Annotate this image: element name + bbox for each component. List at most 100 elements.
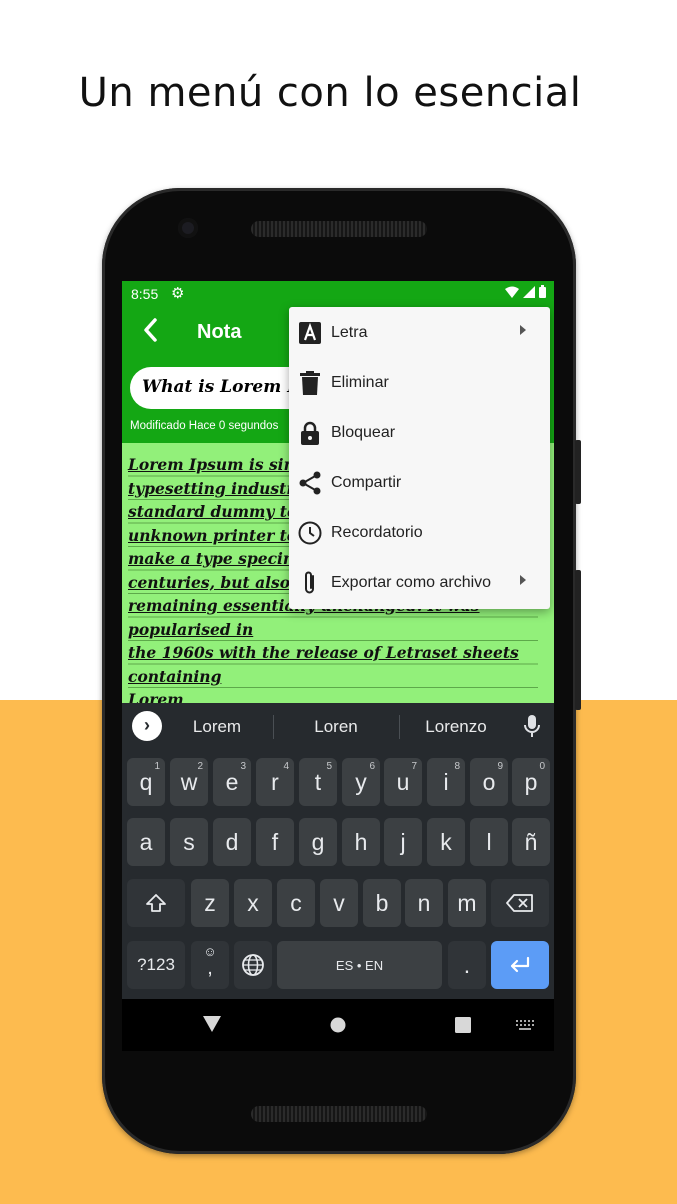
keyboard: › Lorem Loren Lorenzo q1 w2 e3 r4 t5 y6 … bbox=[122, 703, 554, 999]
key-j[interactable]: j bbox=[384, 818, 422, 866]
key-n[interactable]: n bbox=[405, 879, 443, 927]
battery-icon bbox=[539, 285, 546, 298]
key-l[interactable]: l bbox=[470, 818, 508, 866]
menu-item-exportar[interactable]: Exportar como archivo bbox=[289, 558, 550, 608]
key-e[interactable]: e3 bbox=[213, 758, 251, 806]
key-hint: 0 bbox=[539, 761, 545, 772]
phone-screen: 8:55 ⚙ Nota What is Lorem Ipsum Modifica… bbox=[122, 281, 554, 1051]
key-i[interactable]: i8 bbox=[427, 758, 465, 806]
headline: Un menú con lo esencial bbox=[78, 70, 582, 116]
key-a[interactable]: a bbox=[127, 818, 165, 866]
key-hint: 5 bbox=[326, 761, 332, 772]
menu-item-label: Compartir bbox=[331, 474, 402, 491]
key-label: u bbox=[396, 768, 410, 795]
key-enye[interactable]: ñ bbox=[512, 818, 550, 866]
key-q[interactable]: q1 bbox=[127, 758, 165, 806]
key-d[interactable]: d bbox=[213, 818, 251, 866]
key-hint: 9 bbox=[497, 761, 503, 772]
key-hint: 2 bbox=[197, 761, 203, 772]
status-bar: 8:55 ⚙ bbox=[122, 281, 554, 307]
key-z[interactable]: z bbox=[191, 879, 229, 927]
key-h[interactable]: h bbox=[342, 818, 380, 866]
app-bar-title: Nota bbox=[197, 321, 242, 343]
keyboard-switch-icon[interactable] bbox=[516, 1020, 534, 1030]
suggestion-3[interactable]: Lorenzo bbox=[401, 717, 511, 737]
key-hint: 6 bbox=[369, 761, 375, 772]
key-k[interactable]: k bbox=[427, 818, 465, 866]
settings-gear-icon: ⚙ bbox=[171, 285, 185, 302]
key-g[interactable]: g bbox=[299, 818, 337, 866]
submenu-arrow-icon bbox=[520, 575, 526, 585]
paperclip-icon bbox=[298, 571, 322, 595]
menu-item-label: Exportar como archivo bbox=[331, 574, 492, 591]
key-m[interactable]: m bbox=[448, 879, 486, 927]
clock-icon bbox=[298, 521, 322, 545]
key-u[interactable]: u7 bbox=[384, 758, 422, 806]
lock-icon bbox=[298, 421, 322, 445]
microphone-icon[interactable] bbox=[522, 714, 542, 743]
key-t[interactable]: t5 bbox=[299, 758, 337, 806]
suggestion-divider bbox=[399, 715, 400, 739]
key-w[interactable]: w2 bbox=[170, 758, 208, 806]
key-c[interactable]: c bbox=[277, 879, 315, 927]
menu-item-bloquear[interactable]: Bloquear bbox=[289, 408, 550, 458]
backspace-key[interactable] bbox=[491, 879, 549, 927]
enter-key[interactable] bbox=[491, 941, 549, 989]
note-line: the 1960s with the release of Letraset s… bbox=[128, 643, 519, 686]
font-icon bbox=[298, 321, 322, 345]
wifi-icon bbox=[505, 286, 519, 298]
bottom-speaker bbox=[251, 1106, 427, 1122]
symbols-key[interactable]: ?123 bbox=[127, 941, 185, 989]
status-time: 8:55 bbox=[131, 286, 159, 302]
expand-chevron-icon[interactable]: › bbox=[132, 711, 162, 741]
navigation-bar bbox=[122, 999, 554, 1051]
suggestion-1[interactable]: Lorem bbox=[162, 717, 272, 737]
key-label: o bbox=[482, 768, 496, 795]
shift-arrow-icon bbox=[146, 894, 166, 912]
backspace-icon bbox=[506, 894, 533, 912]
key-f[interactable]: f bbox=[256, 818, 294, 866]
power-button bbox=[575, 570, 581, 710]
back-arrow-icon[interactable] bbox=[142, 317, 158, 350]
key-p[interactable]: p0 bbox=[512, 758, 550, 806]
menu-item-letra[interactable]: Letra bbox=[289, 308, 550, 358]
key-o[interactable]: o9 bbox=[470, 758, 508, 806]
key-label: e bbox=[225, 768, 239, 795]
enter-arrow-icon bbox=[510, 956, 530, 973]
nav-recents-icon[interactable] bbox=[455, 1017, 471, 1033]
menu-item-compartir[interactable]: Compartir bbox=[289, 458, 550, 508]
volume-button bbox=[575, 440, 581, 504]
status-icons bbox=[505, 285, 546, 298]
key-label: r bbox=[271, 768, 279, 795]
key-b[interactable]: b bbox=[363, 879, 401, 927]
comma-label: , bbox=[207, 957, 213, 979]
key-s[interactable]: s bbox=[170, 818, 208, 866]
key-hint: 8 bbox=[454, 761, 460, 772]
suggestion-2[interactable]: Loren bbox=[281, 717, 391, 737]
key-label: i bbox=[443, 768, 449, 795]
shift-key[interactable] bbox=[127, 879, 185, 927]
key-x[interactable]: x bbox=[234, 879, 272, 927]
menu-item-recordatorio[interactable]: Recordatorio bbox=[289, 508, 550, 558]
comma-emoji-key[interactable]: ☺ , bbox=[191, 941, 229, 989]
key-label: y bbox=[355, 768, 367, 795]
signal-icon bbox=[523, 285, 535, 298]
key-label: p bbox=[524, 768, 538, 795]
space-key[interactable]: ES • EN bbox=[277, 941, 442, 989]
globe-icon bbox=[242, 954, 264, 976]
share-icon bbox=[298, 471, 322, 495]
key-hint: 3 bbox=[240, 761, 246, 772]
top-speaker bbox=[251, 221, 427, 237]
front-camera bbox=[178, 218, 198, 238]
menu-item-label: Eliminar bbox=[331, 374, 389, 391]
submenu-arrow-icon bbox=[520, 325, 526, 335]
language-key[interactable] bbox=[234, 941, 272, 989]
menu-item-eliminar[interactable]: Eliminar bbox=[289, 358, 550, 408]
key-v[interactable]: v bbox=[320, 879, 358, 927]
period-key[interactable]: . bbox=[448, 941, 486, 989]
suggestion-strip: › Lorem Loren Lorenzo bbox=[122, 703, 554, 749]
key-y[interactable]: y6 bbox=[342, 758, 380, 806]
nav-back-icon[interactable] bbox=[203, 1016, 221, 1032]
key-r[interactable]: r4 bbox=[256, 758, 294, 806]
nav-home-icon[interactable] bbox=[330, 1017, 346, 1033]
